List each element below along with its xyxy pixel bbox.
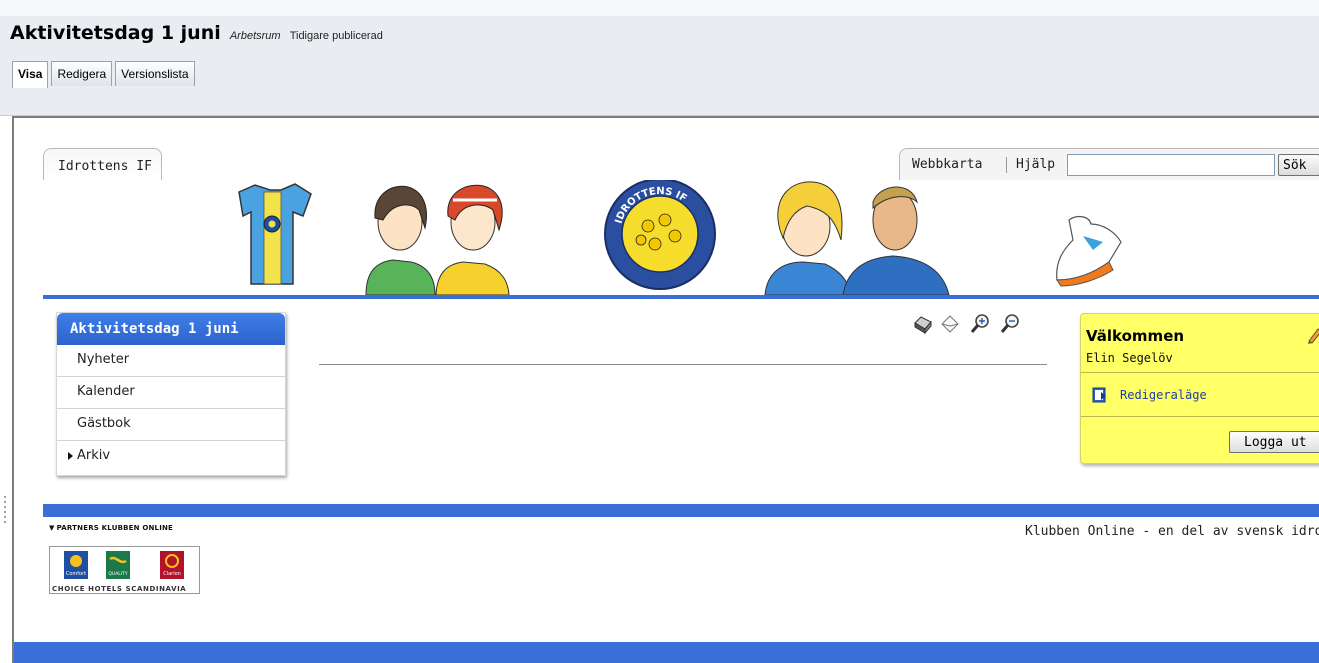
quality-wordmark: QUALITY bbox=[108, 571, 127, 577]
welcome-title: Välkommen bbox=[1086, 327, 1185, 345]
tshirt-illustration bbox=[238, 183, 312, 285]
content-divider bbox=[319, 364, 1047, 365]
welcome-divider bbox=[1081, 372, 1319, 373]
clarion-logo: Clarion bbox=[160, 551, 184, 579]
nav-item-label: Gästbok bbox=[77, 416, 131, 431]
editor-header: Aktivitetsdag 1 juni Arbetsrum Tidigare … bbox=[0, 0, 1319, 116]
search-input[interactable] bbox=[1067, 154, 1275, 176]
site-preview: Idrottens IF Webbkarta Hjälp Sök IDROTTE… bbox=[12, 116, 1319, 663]
nav-item-kalender[interactable]: Kalender bbox=[57, 377, 285, 409]
partner-logo[interactable]: Comfort QUALITY Clarion CHOICE HOTELS SC… bbox=[49, 546, 209, 598]
sitemap-link[interactable]: Webbkarta bbox=[912, 157, 982, 172]
print-icon[interactable] bbox=[911, 313, 933, 335]
players-illustration-left bbox=[365, 184, 510, 295]
footer-band bbox=[43, 504, 1319, 517]
section-nav-header[interactable]: Aktivitetsdag 1 juni bbox=[57, 313, 285, 345]
partners-heading[interactable]: ▼ PARTNERS KLUBBEN ONLINE bbox=[49, 524, 173, 532]
zoom-in-icon[interactable] bbox=[969, 313, 991, 335]
club-logo: IDROTTENS IF bbox=[604, 180, 716, 290]
partners-heading-text: PARTNERS KLUBBEN ONLINE bbox=[56, 524, 174, 532]
logout-button[interactable]: Logga ut bbox=[1229, 431, 1319, 453]
site-tab-idrottens-if[interactable]: Idrottens IF bbox=[43, 148, 162, 181]
page-heading: Aktivitetsdag 1 juni Arbetsrum Tidigare … bbox=[10, 22, 383, 44]
expand-arrow-icon bbox=[68, 452, 73, 460]
nav-item-label: Arkiv bbox=[77, 448, 111, 463]
editor-top-strip bbox=[0, 0, 1319, 16]
nav-item-label: Kalender bbox=[77, 384, 135, 399]
top-nav: Webbkarta Hjälp Sök bbox=[899, 148, 1319, 181]
clarion-wordmark: Clarion bbox=[163, 571, 181, 577]
chevron-down-icon: ▼ bbox=[49, 524, 55, 532]
comfort-wordmark: Comfort bbox=[66, 571, 86, 577]
section-navigation: Aktivitetsdag 1 juni Nyheter Kalender Gä… bbox=[56, 312, 286, 476]
content-toolbar bbox=[911, 313, 1041, 337]
publish-status: Tidigare publicerad bbox=[289, 30, 383, 42]
nav-item-arkiv[interactable]: Arkiv bbox=[57, 441, 285, 473]
partner-logo-frame: Comfort QUALITY Clarion CHOICE HOTELS SC… bbox=[49, 546, 200, 594]
page-title: Aktivitetsdag 1 juni bbox=[10, 22, 221, 44]
pencil-icon[interactable] bbox=[1306, 326, 1319, 344]
nav-divider bbox=[1006, 157, 1007, 173]
footer-tagline: Klubben Online - en del av svensk idro bbox=[1025, 524, 1319, 539]
editor-tabs: Visa Redigera Versionslista bbox=[12, 61, 198, 88]
nav-item-nyheter[interactable]: Nyheter bbox=[57, 345, 285, 377]
tab-visa[interactable]: Visa bbox=[12, 61, 49, 88]
comfort-logo: Comfort bbox=[64, 551, 88, 579]
nav-item-gastbok[interactable]: Gästbok bbox=[57, 409, 285, 441]
tab-versionslista[interactable]: Versionslista bbox=[115, 61, 195, 86]
sneaker-illustration bbox=[1056, 215, 1122, 287]
players-illustration-right bbox=[764, 181, 950, 295]
site-banner: IDROTTENS IF bbox=[43, 180, 1319, 295]
quality-logo: QUALITY bbox=[106, 551, 130, 579]
welcome-divider bbox=[1081, 416, 1319, 417]
bottom-band bbox=[14, 642, 1319, 663]
edit-mode-icon[interactable] bbox=[1092, 387, 1108, 403]
nav-item-label: Nyheter bbox=[77, 352, 130, 367]
edit-mode-link[interactable]: Redigeraläge bbox=[1120, 388, 1207, 402]
tab-redigera[interactable]: Redigera bbox=[51, 61, 113, 86]
splitter-handle[interactable] bbox=[3, 496, 7, 524]
help-link[interactable]: Hjälp bbox=[1016, 157, 1055, 172]
email-icon[interactable] bbox=[939, 313, 961, 335]
zoom-out-icon[interactable] bbox=[999, 313, 1021, 335]
welcome-box: Välkommen Elin Segelöv Redigeraläge Logg… bbox=[1080, 313, 1319, 464]
search-button[interactable]: Sök bbox=[1278, 154, 1319, 176]
partner-caption: CHOICE HOTELS SCANDINAVIA bbox=[52, 585, 187, 593]
banner-divider bbox=[43, 295, 1319, 299]
workspace-label: Arbetsrum bbox=[229, 30, 281, 42]
user-name: Elin Segelöv bbox=[1086, 351, 1173, 365]
